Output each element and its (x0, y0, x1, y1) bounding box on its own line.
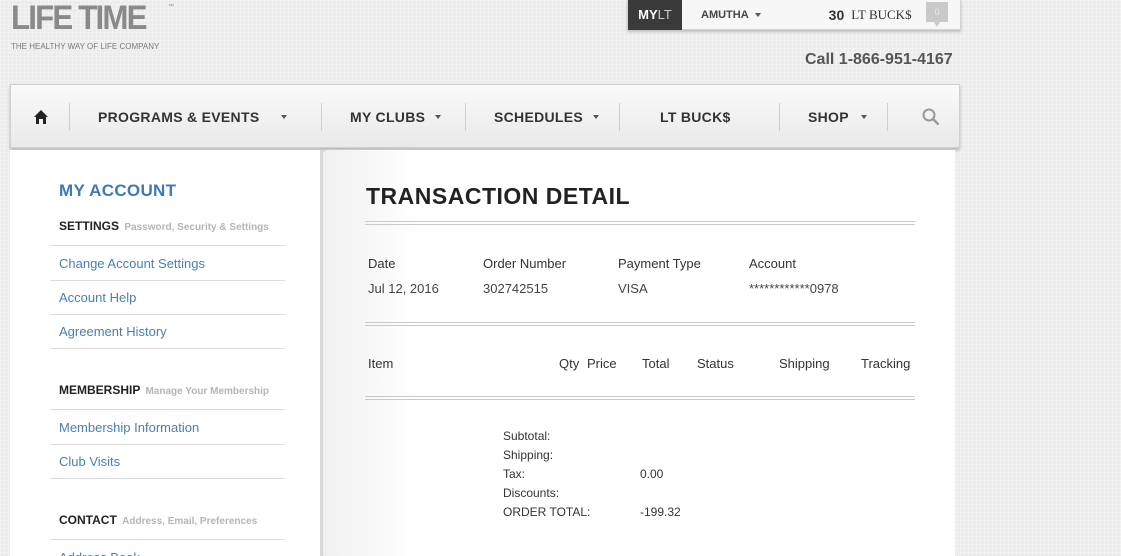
link-address-book[interactable]: Address Book (50, 541, 285, 556)
column-tracking: Tracking (861, 356, 911, 371)
tax-value: 0.00 (640, 467, 664, 481)
contact-section-heading: CONTACT Address, Email, Preferences (50, 513, 285, 540)
user-menu[interactable]: AMUTHA (701, 9, 761, 21)
order-number-value: 302742515 (483, 281, 549, 296)
divider (365, 396, 915, 400)
shipping-label: Shipping: (503, 448, 554, 462)
link-membership-information[interactable]: Membership Information (50, 411, 285, 445)
bucks-label[interactable]: LT BUCK$ (851, 7, 911, 23)
order-number-header: Order Number (483, 256, 567, 271)
logo-tagline: THE HEALTHY WAY OF LIFE COMPANY (11, 42, 160, 51)
subtotal-label: Subtotal: (503, 429, 551, 443)
logo-trademark: ™ (168, 4, 174, 10)
logo-title: LIFE TIME (11, 0, 147, 37)
order-total-value: -199.32 (640, 505, 681, 519)
my-account-title[interactable]: MY ACCOUNT (59, 181, 176, 201)
link-club-visits[interactable]: Club Visits (50, 445, 285, 479)
account-header: Account (749, 256, 796, 271)
order-total-label: ORDER TOTAL: (503, 505, 591, 519)
chevron-down-icon (435, 115, 442, 119)
phone-number: Call 1-866-951-4167 (805, 51, 953, 68)
nav-programs-events[interactable]: PROGRAMS & EVENTS (98, 85, 288, 149)
divider (365, 322, 915, 326)
cart-count-badge[interactable]: 0 (926, 2, 948, 27)
chevron-down-icon (860, 115, 867, 119)
page-title: TRANSACTION DETAIL (366, 183, 631, 209)
logo[interactable]: LIFE TIME ™ THE HEALTHY WAY OF LIFE COMP… (11, 0, 174, 51)
date-value: Jul 12, 2016 (368, 281, 439, 296)
column-qty: Qty (559, 356, 580, 371)
column-status: Status (697, 356, 734, 371)
discounts-label: Discounts: (503, 486, 560, 500)
nav-my-clubs[interactable]: MY CLUBS (350, 85, 442, 149)
bucks-count: 30 (828, 6, 845, 23)
column-item: Item (368, 356, 394, 371)
link-change-account-settings[interactable]: Change Account Settings (50, 247, 285, 281)
account-utility-bar: MY LT AMUTHA 30 LT BUCK$ 0 (627, 0, 961, 30)
home-icon[interactable] (33, 85, 49, 149)
account-sidebar: MY ACCOUNT SETTINGS Password, Security &… (10, 150, 323, 556)
chevron-down-icon (593, 115, 600, 119)
payment-type-header: Payment Type (618, 256, 701, 271)
nav-schedules[interactable]: SCHEDULES (494, 85, 600, 149)
nav-lt-bucks[interactable]: LT BUCK$ (660, 85, 731, 149)
column-price: Price (587, 356, 617, 371)
date-header: Date (368, 256, 396, 271)
account-value: ************0978 (749, 281, 839, 296)
chevron-down-icon (281, 115, 288, 119)
tax-label: Tax: (503, 467, 526, 481)
column-shipping: Shipping (779, 356, 830, 371)
settings-section-heading: SETTINGS Password, Security & Settings (50, 219, 285, 246)
search-icon[interactable] (922, 85, 940, 149)
membership-section-heading: MEMBERSHIP Manage Your Membership (50, 383, 285, 410)
link-agreement-history[interactable]: Agreement History (50, 315, 285, 349)
main-nav: PROGRAMS & EVENTS MY CLUBS SCHEDULES LT … (10, 84, 960, 148)
nav-shop[interactable]: SHOP (808, 85, 867, 149)
column-total: Total (642, 356, 670, 371)
link-account-help[interactable]: Account Help (50, 281, 285, 315)
mylt-button[interactable]: MY LT (628, 0, 682, 30)
divider (365, 221, 915, 225)
user-name: AMUTHA (701, 8, 749, 21)
chevron-down-icon (754, 12, 761, 17)
payment-type-value: VISA (618, 281, 648, 296)
transaction-detail-panel: TRANSACTION DETAIL Date Order Number Pay… (326, 150, 955, 556)
